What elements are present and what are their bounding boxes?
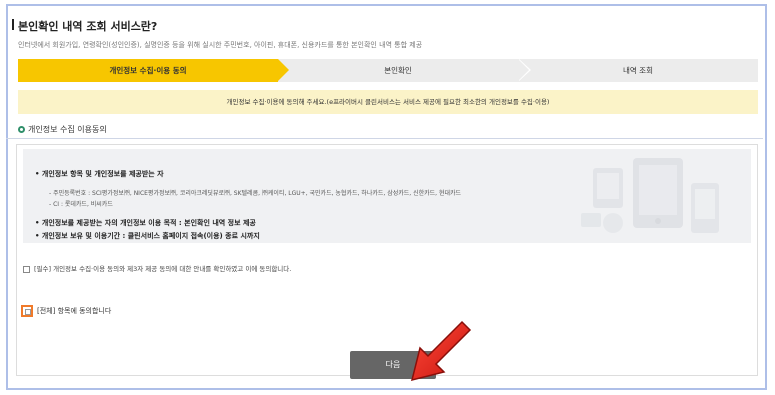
radio-bullet-icon <box>18 126 25 133</box>
agree-all-row[interactable]: [전체] 항목에 동의합니다 <box>21 305 111 317</box>
step-verify-label: 본인확인 <box>384 66 412 75</box>
step-consent: 개인정보 수집·이용 동의 <box>18 59 289 82</box>
consent-item-period: • 개인정보 보유 및 이용기간 : 클린서비스 홈페이지 접속(이용) 종료 … <box>35 232 260 240</box>
step-verify: 본인확인 <box>278 59 531 82</box>
agree-all-label: [전체] 항목에 동의합니다 <box>37 307 112 315</box>
notice-banner: 개인정보 수집·이용에 동의해 주세요.(e프라이버시 클린서비스는 서비스 제… <box>18 90 758 114</box>
step-arrow <box>518 59 529 81</box>
step-indicator: 개인정보 수집·이용 동의 본인확인 내역 조회 <box>18 59 758 82</box>
step-consent-label: 개인정보 수집·이용 동의 <box>109 66 187 75</box>
required-agree-checkbox[interactable] <box>23 265 30 273</box>
required-agree-label: [필수] 개인정보 수집·이용 동의와 제3자 제공 동의에 대한 안내를 확인… <box>34 265 292 273</box>
section-header: 개인정보 수집 이용동의 <box>18 124 107 135</box>
consent-item-purpose: • 개인정보를 제공받는 자의 개인정보 이용 목적 : 본인확인 내역 정보 … <box>35 219 256 227</box>
consent-item-providers-text: 개인정보 항목 및 개인정보를 제공받는 자 <box>41 170 164 178</box>
step-history-label: 내역 조회 <box>623 66 653 75</box>
agree-all-checkbox[interactable] <box>21 305 33 317</box>
consent-sub-ci: - CI : 롯데카드, 비씨카드 <box>49 201 113 208</box>
consent-panel: • 개인정보 항목 및 개인정보를 제공받는 자 - 주민등록번호 : SCI평… <box>16 144 758 379</box>
consent-item-period-text: 개인정보 보유 및 이용기간 : 클린서비스 홈페이지 접속(이용) 종료 시까… <box>41 232 260 240</box>
consent-item-providers: • 개인정보 항목 및 개인정보를 제공받는 자 <box>35 170 164 178</box>
device-illustration-icon <box>581 158 719 233</box>
consent-item-purpose-text: 개인정보를 제공받는 자의 개인정보 이용 목적 : 본인확인 내역 정보 제공 <box>41 219 256 227</box>
section-title: 개인정보 수집 이용동의 <box>28 125 107 134</box>
pointer-arrow-icon <box>410 320 472 382</box>
page-title: 본인확인 내역 조회 서비스란? <box>11 19 158 33</box>
consent-details: • 개인정보 항목 및 개인정보를 제공받는 자 - 주민등록번호 : SCI평… <box>23 149 751 243</box>
required-agreement[interactable]: [필수] 개인정보 수집·이용 동의와 제3자 제공 동의에 대한 안내를 확인… <box>23 263 291 273</box>
step-history: 내역 조회 <box>518 59 758 82</box>
step-arrow <box>278 59 289 81</box>
divider <box>6 138 763 139</box>
consent-sub-resident: - 주민등록번호 : SCI평가정보㈜, NICE평가정보㈜, 코리아크레딧뷰로… <box>49 190 462 197</box>
page-subtitle: 인터넷에서 회원가입, 연령확인(성인인증), 실명인증 등을 위해 실시한 주… <box>18 41 423 49</box>
